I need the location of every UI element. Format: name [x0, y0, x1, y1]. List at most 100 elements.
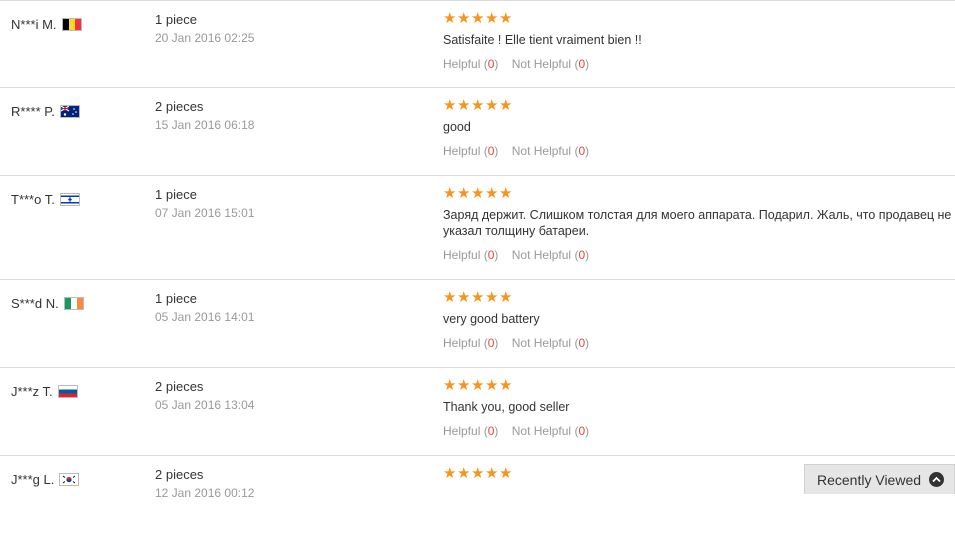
helpful-button[interactable]: Helpful (0)	[443, 424, 498, 438]
review-date: 12 Jan 2016 00:12	[155, 486, 255, 500]
star-rating: ★ ★ ★ ★ ★	[443, 186, 953, 201]
star-icon: ★	[499, 10, 513, 27]
order-quantity: 1 piece	[155, 291, 197, 306]
review-text: Thank you, good seller	[443, 400, 570, 414]
chevron-up-circle-icon	[929, 472, 945, 487]
star-icon: ★	[471, 10, 485, 27]
reviewer-name: R**** P.	[11, 104, 55, 119]
order-quantity: 2 pieces	[155, 99, 204, 114]
star-icon: ★	[471, 289, 485, 306]
order-info: 1 piece 20 Jan 2016 02:25	[155, 12, 254, 46]
star-icon: ★	[471, 185, 485, 202]
review-votes: Helpful (0) Not Helpful (0)	[443, 144, 953, 158]
helpful-count: 0	[487, 144, 495, 158]
review-date: 07 Jan 2016 15:01	[155, 206, 255, 220]
helpful-button[interactable]: Helpful (0)	[443, 336, 498, 350]
helpful-button[interactable]: Helpful (0)	[443, 144, 498, 158]
not-helpful-count: 0	[578, 336, 586, 350]
star-icon: ★	[485, 289, 499, 306]
review-item: S***d N. 1 piece 05 Jan 2016 14:01 ★ ★ ★ ★ ★…	[0, 280, 955, 368]
star-icon: ★	[457, 10, 471, 27]
helpful-label: Helpful	[443, 144, 481, 158]
review-text: Заряд держит. Слишком толстая для моего …	[443, 208, 952, 238]
review-date: 05 Jan 2016 14:01	[155, 310, 255, 324]
star-rating: ★ ★ ★ ★ ★	[443, 378, 953, 393]
reviewer: N***i M.	[11, 17, 82, 32]
star-icon: ★	[471, 97, 485, 114]
review-votes: Helpful (0) Not Helpful (0)	[443, 336, 953, 350]
star-icon: ★	[499, 97, 513, 114]
helpful-count: 0	[487, 248, 495, 262]
star-icon: ★	[443, 465, 457, 482]
not-helpful-count: 0	[578, 424, 586, 438]
helpful-label: Helpful	[443, 424, 481, 438]
slovenia-flag-icon	[57, 385, 78, 398]
star-icon: ★	[471, 465, 485, 482]
star-icon: ★	[457, 465, 471, 482]
review-item: J***z T. 2 pieces 05 Jan 2016 13:04 ★ ★ ★ ★…	[0, 368, 955, 456]
reviewer: T***o T.	[11, 192, 80, 207]
not-helpful-count: 0	[578, 248, 586, 262]
belgium-flag-icon	[61, 18, 82, 31]
reviewer-name: N***i M.	[11, 17, 57, 32]
review-date: 20 Jan 2016 02:25	[155, 31, 255, 45]
not-helpful-label: Not Helpful	[511, 144, 572, 158]
helpful-label: Helpful	[443, 248, 481, 262]
review-date: 05 Jan 2016 13:04	[155, 398, 255, 412]
star-icon: ★	[457, 377, 471, 394]
not-helpful-button[interactable]: Not Helpful (0)	[512, 57, 589, 71]
review-text: Satisfaite ! Elle tient vraiment bien !!	[443, 33, 642, 47]
helpful-count: 0	[487, 424, 495, 438]
not-helpful-button[interactable]: Not Helpful (0)	[512, 336, 589, 350]
review-list: N***i M. 1 piece 20 Jan 2016 02:25 ★ ★ ★ ★ ★…	[0, 0, 955, 544]
star-rating: ★ ★ ★ ★ ★	[443, 11, 953, 26]
recently-viewed-button[interactable]: Recently Viewed	[804, 464, 955, 494]
star-icon: ★	[485, 97, 499, 114]
not-helpful-label: Not Helpful	[511, 248, 572, 262]
not-helpful-button[interactable]: Not Helpful (0)	[512, 144, 589, 158]
review-item: R**** P. 2 pieces 15 Jan 2016 06:18 ★ ★ ★ ★…	[0, 88, 955, 176]
star-icon: ★	[471, 377, 485, 394]
star-icon: ★	[499, 377, 513, 394]
not-helpful-button[interactable]: Not Helpful (0)	[512, 424, 589, 438]
reviewer-name: T***o T.	[11, 192, 55, 207]
star-icon: ★	[499, 465, 513, 482]
helpful-label: Helpful	[443, 57, 481, 71]
helpful-label: Helpful	[443, 336, 481, 350]
not-helpful-count: 0	[578, 144, 586, 158]
ireland-flag-icon	[63, 297, 84, 310]
not-helpful-button[interactable]: Not Helpful (0)	[512, 248, 589, 262]
star-rating: ★ ★ ★ ★ ★	[443, 290, 953, 305]
not-helpful-label: Not Helpful	[511, 336, 572, 350]
review-date: 15 Jan 2016 06:18	[155, 118, 255, 132]
star-icon: ★	[443, 377, 457, 394]
review-votes: Helpful (0) Not Helpful (0)	[443, 248, 953, 262]
star-icon: ★	[443, 10, 457, 27]
review-item: N***i M. 1 piece 20 Jan 2016 02:25 ★ ★ ★ ★ ★…	[0, 0, 955, 88]
review-content: ★ ★ ★ ★ ★ Заряд держит. Слишком толстая для …	[443, 186, 953, 262]
order-quantity: 2 pieces	[155, 467, 204, 482]
reviewer: J***z T.	[11, 384, 78, 399]
recently-viewed-label: Recently Viewed	[817, 471, 922, 488]
south-korea-flag-icon	[59, 473, 80, 486]
review-content: ★ ★ ★ ★ ★ good Helpful (0) Not Helpful (0)	[443, 98, 953, 158]
reviewer: J***g L.	[11, 472, 80, 487]
star-icon: ★	[499, 289, 513, 306]
star-rating: ★ ★ ★ ★ ★	[443, 98, 953, 113]
review-content: ★ ★ ★ ★ ★ very good battery Helpful (0) Not …	[443, 290, 953, 350]
star-icon: ★	[457, 97, 471, 114]
helpful-button[interactable]: Helpful (0)	[443, 57, 498, 71]
reviewer: S***d N.	[11, 296, 84, 311]
star-icon: ★	[457, 289, 471, 306]
star-icon: ★	[443, 289, 457, 306]
helpful-button[interactable]: Helpful (0)	[443, 248, 498, 262]
australia-flag-icon	[59, 105, 80, 118]
star-icon: ★	[485, 377, 499, 394]
star-icon: ★	[499, 185, 513, 202]
star-icon: ★	[443, 185, 457, 202]
review-item: T***o T. 1 piece 07 Jan 2016 15:01 ★ ★ ★ ★ ★…	[0, 176, 955, 280]
order-info: 2 pieces 12 Jan 2016 00:12	[155, 467, 254, 501]
order-info: 2 pieces 15 Jan 2016 06:18	[155, 99, 254, 133]
review-content: ★ ★ ★ ★ ★ Thank you, good seller Helpful (0)…	[443, 378, 953, 438]
order-quantity: 2 pieces	[155, 379, 204, 394]
